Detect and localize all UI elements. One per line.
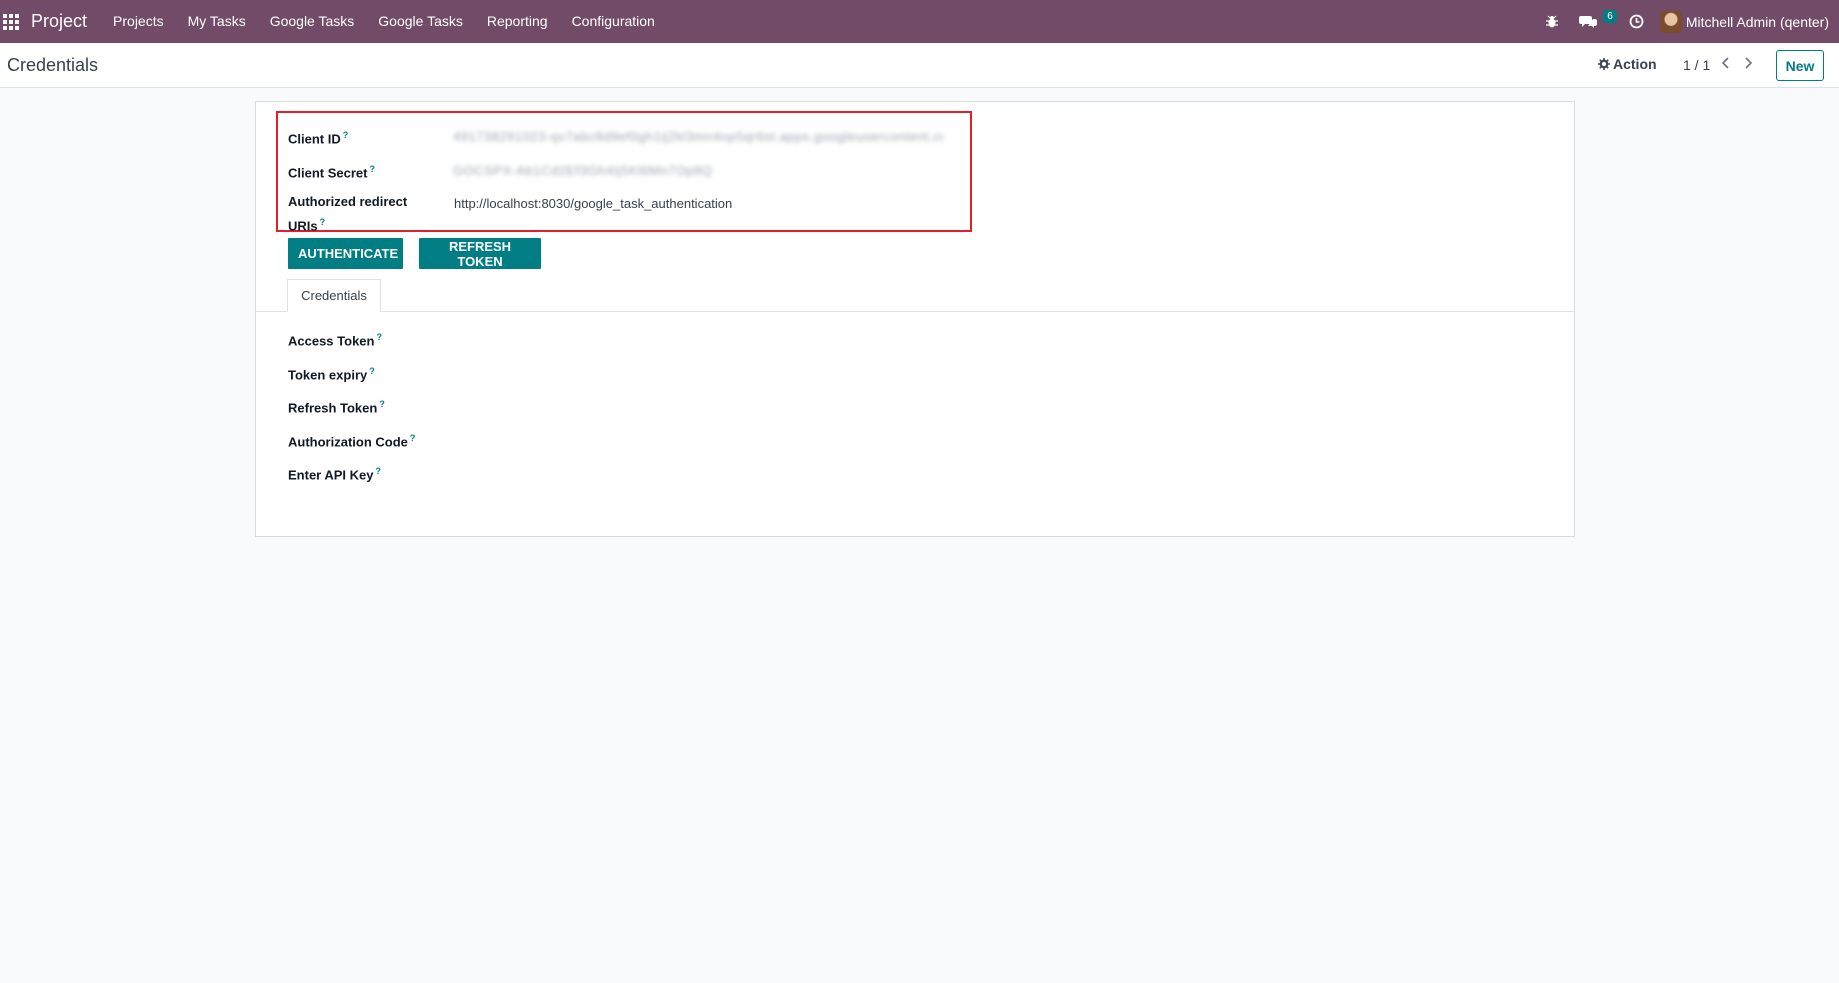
redirect-uris-value[interactable]: http://localhost:8030/google_task_authen… xyxy=(454,196,732,211)
action-button[interactable]: Action xyxy=(1598,56,1657,72)
menu-my-tasks[interactable]: My Tasks xyxy=(176,0,258,43)
chat-messages-icon[interactable]: 6 xyxy=(1569,0,1619,43)
menu-projects[interactable]: Projects xyxy=(101,0,176,43)
refresh-token-button[interactable]: REFRESH TOKEN xyxy=(419,238,541,269)
client-secret-label: Client Secret? xyxy=(288,164,375,181)
token-expiry-label: Token expiry? xyxy=(288,366,375,383)
menu-configuration[interactable]: Configuration xyxy=(560,0,667,43)
client-id-value[interactable]: 491738291023-qx7abc8d9ef0gh1ij2kl3mn4op5… xyxy=(453,129,943,144)
new-button[interactable]: New xyxy=(1776,50,1824,81)
help-tooltip-icon[interactable]: ? xyxy=(410,433,416,443)
client-id-label: Client ID? xyxy=(288,130,349,147)
help-tooltip-icon[interactable]: ? xyxy=(343,130,349,140)
menu-google-tasks-2[interactable]: Google Tasks xyxy=(366,0,475,43)
user-menu[interactable]: Mitchell Admin (qenter) xyxy=(1654,10,1839,33)
top-navbar: Project Projects My Tasks Google Tasks G… xyxy=(0,0,1839,43)
control-panel: Credentials Action 1 / 1 New xyxy=(0,43,1839,88)
help-tooltip-icon[interactable]: ? xyxy=(369,164,375,174)
menu-google-tasks[interactable]: Google Tasks xyxy=(258,0,367,43)
menu-reporting[interactable]: Reporting xyxy=(475,0,560,43)
help-tooltip-icon[interactable]: ? xyxy=(369,366,375,376)
pager-next-icon[interactable] xyxy=(1743,56,1753,75)
refresh-token-label: Refresh Token? xyxy=(288,399,385,416)
activity-clock-icon[interactable] xyxy=(1619,0,1654,43)
help-tooltip-icon[interactable]: ? xyxy=(379,399,385,409)
access-token-label: Access Token? xyxy=(288,332,382,349)
chat-badge: 6 xyxy=(1603,10,1617,23)
authorization-code-label: Authorization Code? xyxy=(288,433,416,450)
api-key-label: Enter API Key? xyxy=(288,466,382,483)
avatar xyxy=(1659,10,1682,33)
help-tooltip-icon[interactable]: ? xyxy=(320,217,326,227)
user-name: Mitchell Admin (qenter) xyxy=(1685,13,1829,30)
help-tooltip-icon[interactable]: ? xyxy=(376,466,382,476)
pager-prev-icon[interactable] xyxy=(1721,56,1731,75)
navbar-systray: 6 Mitchell Admin (qenter) xyxy=(1535,0,1839,43)
tab-divider xyxy=(256,311,1574,312)
client-secret-value[interactable]: GOCSPX-Ab1Cd2Ef3Gh4Ij5Kl6Mn7Op8Q xyxy=(453,163,713,178)
action-label: Action xyxy=(1613,56,1657,72)
app-brand[interactable]: Project xyxy=(31,11,87,32)
authenticate-button[interactable]: AUTHENTICATE xyxy=(288,238,403,269)
apps-grid-icon[interactable] xyxy=(2,13,20,31)
help-tooltip-icon[interactable]: ? xyxy=(376,332,382,342)
redirect-uris-label: Authorized redirect URIs? xyxy=(288,194,408,234)
breadcrumb: Credentials xyxy=(7,55,99,75)
gear-icon xyxy=(1598,58,1610,70)
tab-credentials[interactable]: Credentials xyxy=(287,279,381,312)
debug-bug-icon[interactable] xyxy=(1535,0,1569,43)
pager-value[interactable]: 1 / 1 xyxy=(1683,57,1710,73)
